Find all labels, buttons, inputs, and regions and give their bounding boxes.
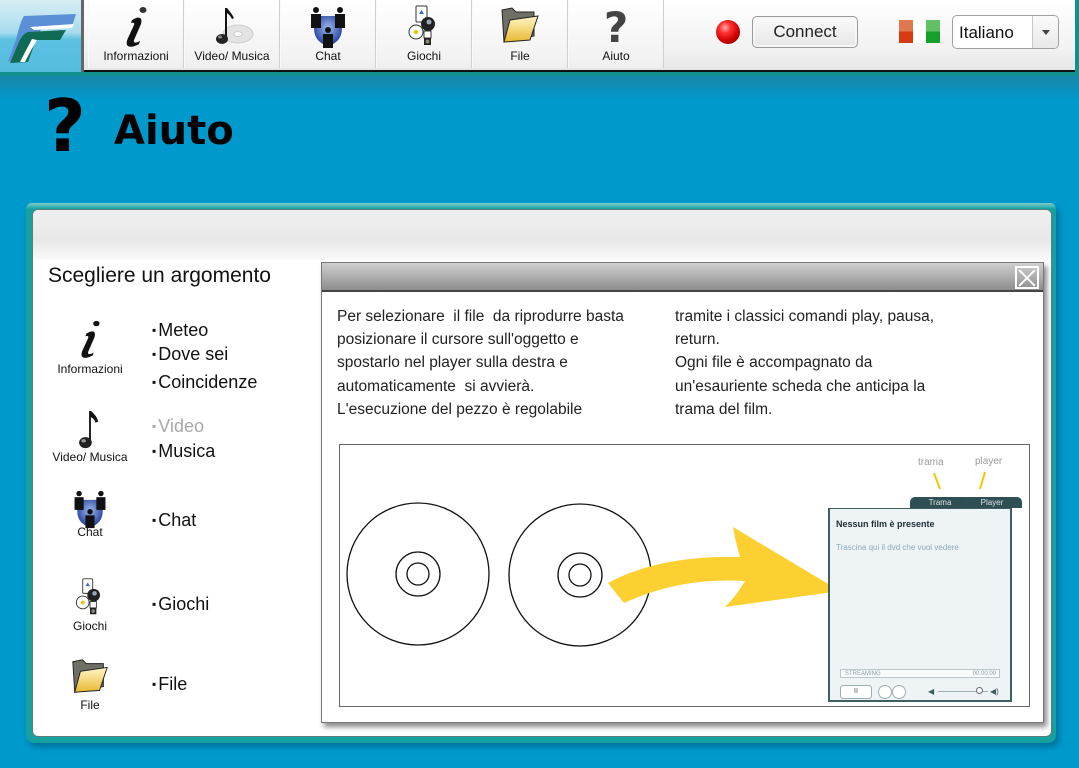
svg-text:?: ?: [604, 4, 628, 48]
mini-player-title: Nessun film è presente: [836, 519, 935, 529]
nav-label: Giochi: [406, 49, 441, 63]
nav-video-musica[interactable]: Video/ Musica: [184, 0, 280, 68]
page-question-icon: ?: [44, 84, 86, 168]
nav-label: Aiuto: [602, 49, 630, 63]
mini-volume-knob: [976, 687, 983, 694]
question-icon: ?: [604, 4, 628, 48]
topic-giochi[interactable]: Giochi: [40, 575, 140, 633]
connection-status-icon: [716, 20, 740, 44]
help-dialog: Per selezionare il file da riprodurre ba…: [321, 262, 1044, 723]
subtopic-dove-sei[interactable]: Dove sei: [152, 344, 228, 365]
nav-label: Chat: [315, 49, 341, 63]
language-value: Italiano: [959, 23, 1014, 42]
top-bar-edge: [1075, 0, 1079, 72]
language-select[interactable]: Italiano: [952, 15, 1059, 49]
fs-logo[interactable]: [0, 0, 84, 72]
mini-status-text: STREAMING: [845, 671, 881, 677]
subtopic-meteo[interactable]: Meteo: [152, 320, 208, 341]
games-icon: [408, 5, 435, 45]
close-icon[interactable]: [1015, 266, 1039, 289]
mini-volume-high-icon: ◀): [990, 687, 999, 696]
topic-label: File: [80, 698, 100, 712]
people-icon: [311, 7, 345, 48]
page-title: Aiuto: [114, 108, 234, 154]
info-icon: [81, 320, 100, 358]
mini-tab-trama: Trama: [910, 497, 970, 508]
subtopic-giochi[interactable]: Giochi: [152, 594, 209, 615]
nav-label: File: [510, 49, 530, 63]
drag-arrow-icon: [608, 527, 840, 607]
music-note-icon: [79, 410, 99, 449]
nav-file[interactable]: File: [472, 0, 568, 68]
nav-giochi[interactable]: Giochi: [376, 0, 472, 68]
nav-label: Informazioni: [103, 49, 169, 63]
topic-informazioni[interactable]: Informazioni: [40, 316, 140, 376]
topics-title: Scegliere un argomento: [48, 264, 271, 287]
main-nav: Informazioni Video/ Musica Chat Giochi F…: [88, 0, 664, 68]
mini-tab-player: Player: [962, 497, 1022, 508]
dialog-title-bar: [322, 263, 1043, 292]
mini-next-icon: [892, 685, 906, 699]
panel-header: [33, 210, 1051, 260]
dvd-disc-1-icon: [346, 502, 490, 646]
italian-flag-icon: [899, 20, 941, 43]
topic-chat[interactable]: Chat: [40, 487, 140, 539]
games-icon: [75, 578, 100, 615]
help-illustration: trama player Trama Player Nessun film è …: [339, 444, 1030, 707]
subtopic-coincidenze[interactable]: Coincidenze: [152, 372, 257, 393]
mini-player-body: Nessun film è presente Trascina qui il d…: [828, 508, 1012, 702]
topic-label: Video/ Musica: [52, 450, 128, 464]
mini-player-preview: Trama Player Nessun film è presente Tras…: [828, 497, 1022, 702]
music-note-icon: [216, 8, 254, 44]
topic-video-musica[interactable]: Video/ Musica: [40, 408, 140, 464]
help-text-column-2: tramite i classici comandi play, pausa, …: [675, 308, 935, 418]
subtopic-musica[interactable]: Musica: [152, 441, 215, 462]
mini-time-text: 00:00:00: [972, 671, 996, 677]
folder-icon: [501, 7, 539, 43]
mini-volume-low-icon: ◀: [928, 687, 935, 696]
header-shade: [0, 76, 1079, 100]
topic-label: Giochi: [72, 619, 107, 633]
info-icon: [126, 7, 147, 47]
nav-aiuto[interactable]: ? Aiuto: [568, 0, 664, 68]
fs-logo-icon: [8, 14, 76, 63]
connect-button[interactable]: Connect: [752, 16, 858, 48]
nav-chat[interactable]: Chat: [280, 0, 376, 68]
subtopic-chat[interactable]: Chat: [152, 510, 196, 531]
mini-player-hint: Trascina qui il dvd che vuoi vedere: [836, 543, 959, 552]
mini-prev-icon: [878, 685, 892, 699]
nav-informazioni[interactable]: Informazioni: [88, 0, 184, 68]
annotation-pointers: [933, 471, 986, 490]
folder-icon: [72, 659, 108, 693]
chevron-down-icon[interactable]: [1032, 16, 1058, 48]
subtopic-file[interactable]: File: [152, 674, 187, 695]
mini-progress-bar: STREAMING 00:00:00: [840, 669, 1000, 678]
topic-label: Chat: [77, 525, 103, 539]
subtopic-video: Video: [152, 416, 204, 437]
topic-file[interactable]: File: [40, 656, 140, 712]
nav-label: Video/ Musica: [194, 49, 270, 63]
topic-label: Informazioni: [57, 362, 123, 376]
help-text-column-1: Per selezionare il file da riprodurre ba…: [337, 308, 624, 418]
mini-pause-button: II: [840, 685, 872, 699]
